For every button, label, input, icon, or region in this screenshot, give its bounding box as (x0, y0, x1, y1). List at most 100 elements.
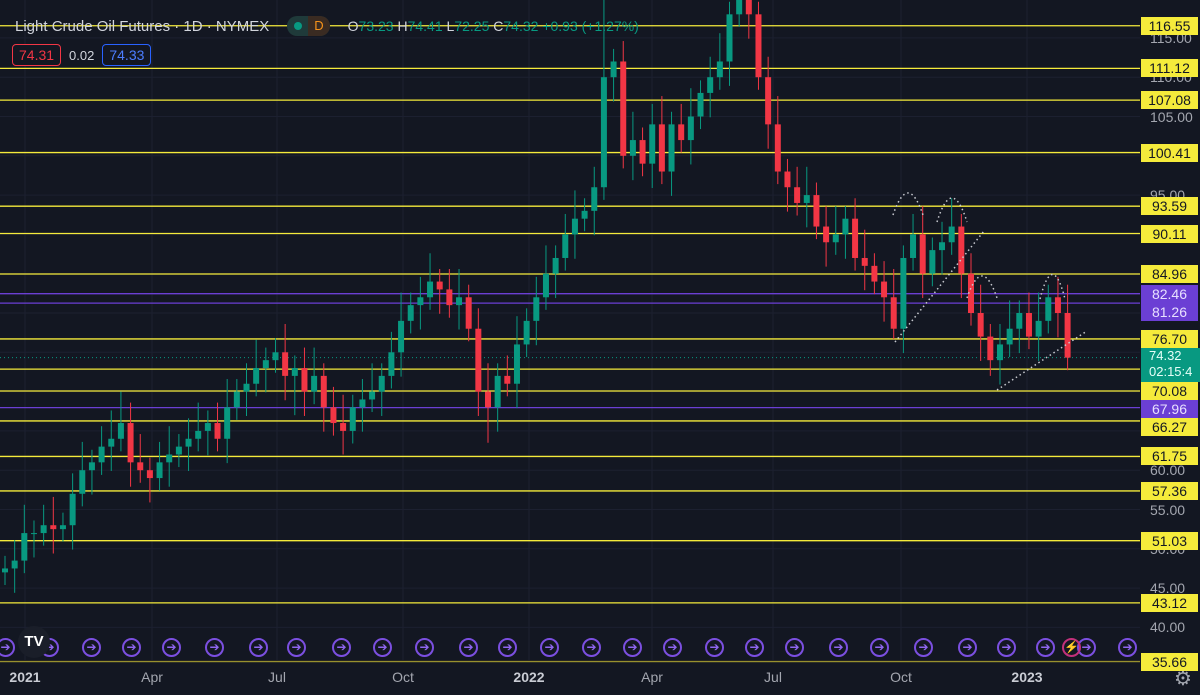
candle-body (59, 525, 66, 530)
candle-body (291, 368, 298, 376)
candle-body (533, 297, 540, 321)
candle-body (977, 313, 984, 337)
candle-body (11, 560, 18, 569)
level-price-tag: 82.46 (1141, 284, 1198, 303)
candle-body (243, 383, 250, 392)
economic-event-icon[interactable]: ➔ (829, 638, 848, 657)
candle-body (581, 210, 588, 219)
candle-body (301, 368, 308, 392)
candle-body (369, 391, 376, 400)
candle-body (475, 328, 482, 392)
economic-event-icon[interactable]: ➔ (582, 638, 601, 657)
candle-body (88, 462, 95, 471)
economic-event-icon[interactable]: ➔ (249, 638, 268, 657)
candle-body (668, 124, 675, 172)
candle-body (1006, 328, 1013, 345)
time-tick: 2022 (513, 669, 545, 685)
economic-event-icon[interactable]: ➔ (1036, 638, 1055, 657)
candle-body (340, 423, 347, 431)
economic-event-icon[interactable]: ➔ (870, 638, 889, 657)
candle-body (871, 265, 878, 282)
market-status-pill[interactable]: D (287, 16, 330, 36)
level-price-tag: 43.12 (1141, 593, 1198, 612)
level-price-tag: 35.66 (1141, 652, 1198, 671)
candle-body (417, 297, 424, 306)
economic-event-icon[interactable]: ➔ (997, 638, 1016, 657)
head-shoulders-arc-drawing (1039, 274, 1066, 300)
candle-body (881, 281, 888, 298)
candle-body (137, 462, 144, 471)
economic-event-icon[interactable]: ➔ (122, 638, 141, 657)
time-tick: Apr (641, 669, 663, 685)
time-tick: Oct (392, 669, 414, 685)
economic-event-icon[interactable]: ➔ (415, 638, 434, 657)
level-price-tag: 93.59 (1141, 197, 1198, 216)
candle-body (1045, 297, 1052, 321)
head-shoulders-arc-drawing (892, 192, 924, 216)
sell-button[interactable]: 74.31 (12, 44, 62, 66)
economic-event-icon[interactable]: ➔ (459, 638, 478, 657)
tradingview-logo[interactable]: TV (18, 626, 50, 658)
candle-body (803, 195, 810, 203)
economic-event-icon[interactable]: ➔ (162, 638, 181, 657)
candle-body (204, 423, 211, 431)
candle-body (69, 493, 76, 526)
economic-event-icon[interactable]: ➔ (540, 638, 559, 657)
candle-body (890, 297, 897, 329)
candle-body (929, 250, 936, 274)
candle-body (398, 320, 405, 353)
economic-event-icon[interactable]: ➔ (1118, 638, 1137, 657)
candle-body (359, 399, 366, 408)
candle-body (523, 320, 530, 345)
candle-body (1035, 320, 1042, 337)
candle-body (21, 533, 28, 561)
candle-body (494, 375, 501, 408)
candle-body (311, 375, 318, 392)
candle-body (726, 14, 733, 62)
economic-event-icon[interactable]: ➔ (785, 638, 804, 657)
candle-body (1054, 297, 1061, 313)
economic-event-icon[interactable]: ➔ (82, 638, 101, 657)
ohlc-values: O73.23 H74.41 L72.25 C74.32 +0.93 (+1.27… (347, 18, 639, 34)
economic-event-icon[interactable]: ➔ (205, 638, 224, 657)
candle-body (707, 77, 714, 93)
price-tick: 105.00 (1150, 108, 1193, 125)
economic-event-icon[interactable]: ➔ (914, 638, 933, 657)
level-price-tag: 66.27 (1141, 417, 1198, 436)
spread-value: 0.02 (69, 47, 95, 63)
time-tick: 2023 (1011, 669, 1043, 685)
economic-event-icon[interactable]: ➔ (623, 638, 642, 657)
buy-button[interactable]: 74.33 (102, 44, 152, 66)
economic-event-icon[interactable]: ➔ (705, 638, 724, 657)
level-price-tag: 76.70 (1141, 329, 1198, 348)
economic-event-icon[interactable]: ➔ (663, 638, 682, 657)
candle-body (146, 470, 153, 479)
price-chart[interactable] (0, 0, 1200, 695)
change-value: +0.93 (+1.27%) (542, 18, 639, 34)
lightning-event-icon[interactable]: ⚡ (1062, 638, 1081, 657)
economic-event-icon[interactable]: ➔ (498, 638, 517, 657)
economic-event-icon[interactable]: ➔ (745, 638, 764, 657)
symbol-title[interactable]: Light Crude Oil Futures · 1D · NYMEX (15, 18, 269, 35)
candle-body (562, 234, 569, 258)
economic-event-icon[interactable]: ➔ (958, 638, 977, 657)
candle-body (1016, 313, 1023, 329)
economic-event-icon[interactable]: ➔ (287, 638, 306, 657)
candle-body (465, 297, 472, 329)
candle-body (282, 352, 289, 376)
candle-body (832, 234, 839, 243)
candle-body (852, 218, 859, 258)
candle-body (156, 462, 163, 479)
candle-body (861, 257, 868, 266)
quote-panel: 74.31 0.02 74.33 (12, 44, 152, 66)
time-tick: Jul (764, 669, 782, 685)
economic-event-icon[interactable]: ➔ (332, 638, 351, 657)
candle-body (504, 375, 511, 384)
candle-body (1025, 313, 1032, 337)
candle-body (349, 407, 356, 431)
candle-body (185, 438, 192, 447)
economic-event-icon[interactable]: ➔ (373, 638, 392, 657)
bar-countdown: 02:15:4 (1149, 364, 1193, 379)
candle-body (166, 454, 173, 463)
candle-body (697, 92, 704, 117)
